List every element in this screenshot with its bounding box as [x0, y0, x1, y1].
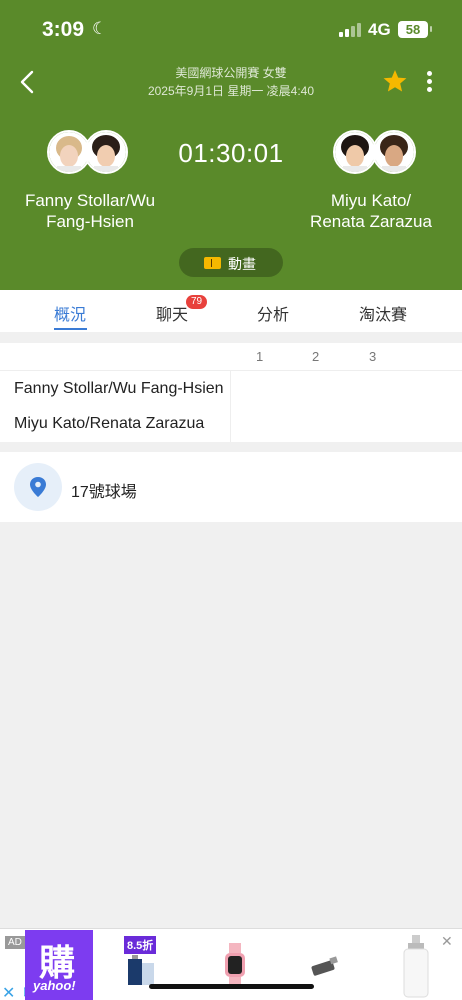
animation-label: 動畫	[228, 256, 256, 272]
tab-knockout[interactable]: 淘汰賽	[359, 301, 407, 325]
set-header-3: 3	[369, 349, 377, 364]
card-reader-product-image	[311, 956, 338, 976]
home-team-line2: Fang-Hsien	[46, 212, 134, 231]
star-icon	[383, 70, 407, 92]
set-header-2: 2	[312, 349, 320, 364]
ad-label: AD	[5, 936, 25, 949]
away-team-line1: Miyu Kato/	[330, 191, 412, 210]
location-pin-icon	[14, 463, 62, 511]
set-header-1: 1	[256, 349, 264, 364]
table-row-home: Fanny Stollar/Wu Fang-Hsien	[14, 380, 224, 397]
favorite-button[interactable]	[381, 66, 409, 96]
home-team-name[interactable]: Fanny Stollar/Wu Fang-Hsien	[14, 190, 166, 232]
table-divider	[0, 370, 462, 371]
active-tab-indicator	[54, 328, 87, 330]
perfume-product-image	[128, 955, 154, 985]
match-title: 美國網球公開賽 女雙 2025年9月1日 星期一 凌晨4:40	[110, 64, 352, 100]
tab-analysis[interactable]: 分析	[257, 301, 289, 325]
home-indicator	[149, 984, 314, 989]
tab-overview[interactable]: 概況	[54, 301, 86, 325]
battery-icon: 58	[398, 21, 428, 38]
venue-name: 17號球場	[71, 484, 137, 501]
away-player2-avatar	[372, 130, 416, 174]
ad-brand-text: yahoo!	[33, 978, 76, 993]
status-bar: 3:09 ☾ 4G 58	[0, 0, 462, 60]
dispenser-product-image	[403, 935, 429, 998]
chat-count-badge: 79	[186, 295, 208, 309]
status-time: 3:09	[42, 18, 85, 41]
home-team-line1: Fanny Stollar/Wu	[24, 191, 156, 210]
moon-icon: ☾	[92, 19, 108, 38]
match-datetime: 2025年9月1日 星期一 凌晨4:40	[147, 84, 315, 98]
smartwatch-product-image	[225, 943, 245, 987]
competition-name: 美國網球公開賽 女雙	[175, 66, 287, 80]
table-column-divider	[230, 371, 231, 442]
ad-brand-logo[interactable]: 購 yahoo!	[25, 930, 93, 1000]
more-options-button[interactable]	[420, 67, 440, 97]
tab-bar: 概況 聊天 分析 淘汰賽	[0, 290, 462, 332]
away-team-line2: Renata Zarazua	[310, 212, 432, 231]
battery-tip	[430, 26, 432, 32]
match-header: 3:09 ☾ 4G 58 美國網球公開賽 女雙 2025年9月1日 星期一 凌晨…	[0, 0, 462, 290]
back-button[interactable]	[14, 64, 44, 100]
chevron-left-icon	[20, 70, 34, 94]
close-icon[interactable]: ✕	[2, 983, 15, 1000]
set-score-table: 1 2 3 Fanny Stollar/Wu Fang-Hsien Miyu K…	[0, 343, 462, 442]
tab-chat[interactable]: 聊天	[156, 301, 188, 325]
match-score-time: 01:30:01	[178, 138, 284, 168]
animation-button[interactable]: 動畫	[179, 248, 283, 277]
table-row-away: Miyu Kato/Renata Zarazua	[14, 415, 205, 432]
home-player2-avatar	[84, 130, 128, 174]
ad-banner[interactable]: AD ✕ ▷ 購 yahoo! 8.5折 ✕	[0, 928, 462, 1000]
signal-icon	[339, 23, 363, 37]
venue-row[interactable]: 17號球場	[0, 452, 462, 522]
ad-discount-badge: 8.5折	[124, 936, 157, 954]
away-player1-avatar	[333, 130, 377, 174]
pitch-icon	[204, 257, 221, 269]
ad-close-icon[interactable]: ✕	[441, 933, 453, 950]
network-type: 4G	[368, 20, 391, 39]
away-team-name[interactable]: Miyu Kato/ Renata Zarazua	[300, 190, 442, 232]
